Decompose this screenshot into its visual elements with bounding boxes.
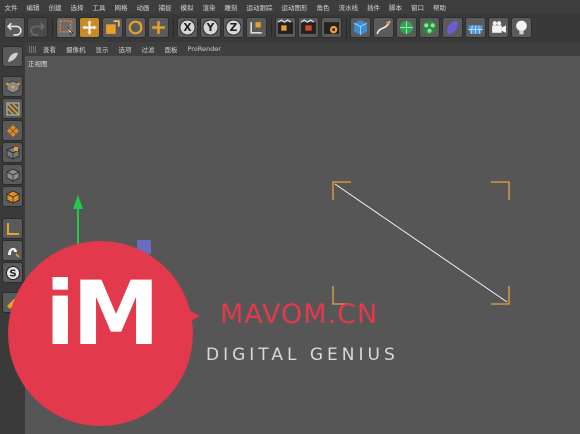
menu-select[interactable]: 选择 — [66, 2, 88, 12]
viewport-menu-bar: 查看 摄像机 显示 选项 过滤 面板 ProRender — [25, 42, 580, 56]
menu-create[interactable]: 创建 — [44, 2, 66, 12]
watermark-tagline: DIGITAL GENIUS — [206, 345, 399, 365]
diagonal-spline[interactable] — [334, 183, 508, 303]
live-selection-icon[interactable] — [56, 17, 77, 38]
subdivision-icon[interactable] — [396, 17, 417, 38]
rotate-icon[interactable] — [125, 17, 146, 38]
render-view-icon[interactable] — [275, 17, 296, 38]
camera-icon[interactable] — [488, 17, 509, 38]
viewport-menu-panel[interactable]: 面板 — [160, 44, 183, 54]
menu-snap[interactable]: 捕捉 — [154, 2, 176, 12]
render-picture-viewer-icon[interactable] — [298, 17, 319, 38]
menu-file[interactable]: 文件 — [0, 2, 22, 12]
menu-simulate[interactable]: 模拟 — [176, 2, 198, 12]
scale-icon[interactable] — [102, 17, 123, 38]
undo-icon[interactable] — [4, 17, 25, 38]
menu-plugins[interactable]: 插件 — [363, 2, 385, 12]
menu-script[interactable]: 脚本 — [385, 2, 407, 12]
menu-pipeline[interactable]: 流水线 — [334, 2, 363, 12]
pen-spline-icon[interactable] — [373, 17, 394, 38]
floor-icon[interactable] — [465, 17, 486, 38]
deformer-icon[interactable] — [442, 17, 463, 38]
snap-icon[interactable] — [2, 240, 23, 261]
array-icon[interactable] — [419, 17, 440, 38]
render-settings-icon[interactable] — [321, 17, 342, 38]
move-icon[interactable] — [79, 17, 100, 38]
menu-tools[interactable]: 工具 — [88, 2, 110, 12]
main-toolbar: X Y Z — [0, 14, 580, 42]
viewport-menu-display[interactable]: 显示 — [91, 44, 114, 54]
add-icon[interactable] — [148, 17, 169, 38]
menu-window[interactable]: 窗口 — [407, 2, 429, 12]
object-axis-icon[interactable] — [2, 186, 23, 207]
menu-motion-tracking[interactable]: 运动跟踪 — [242, 2, 277, 12]
points-mode-icon[interactable] — [2, 76, 23, 97]
menu-edit[interactable]: 编辑 — [22, 2, 44, 12]
viewport-menu-filter[interactable]: 过滤 — [137, 44, 160, 54]
viewport-menu-options[interactable]: 选项 — [114, 44, 137, 54]
make-editable-icon[interactable] — [2, 46, 23, 67]
menu-render[interactable]: 渲染 — [198, 2, 220, 12]
workplane-icon[interactable] — [2, 218, 23, 239]
coordinate-system-icon[interactable] — [246, 17, 267, 38]
grip-icon[interactable] — [29, 45, 36, 53]
menu-animate[interactable]: 动画 — [132, 2, 154, 12]
edges-mode-icon[interactable] — [2, 98, 23, 119]
y-axis-arrow — [73, 195, 83, 209]
cube-icon[interactable] — [350, 17, 371, 38]
svg-text:X: X — [183, 21, 191, 34]
watermark-logo-text: iM — [45, 262, 160, 365]
menu-mesh[interactable]: 网格 — [110, 2, 132, 12]
svg-text:Z: Z — [230, 21, 238, 34]
menu-mograph[interactable]: 运动图形 — [277, 2, 312, 12]
svg-text:Y: Y — [206, 21, 215, 34]
y-axis-icon[interactable]: Y — [200, 17, 221, 38]
menu-character[interactable]: 角色 — [312, 2, 334, 12]
x-axis-icon[interactable]: X — [177, 17, 198, 38]
menu-help[interactable]: 帮助 — [429, 2, 451, 12]
model-mode-icon[interactable] — [2, 142, 23, 163]
viewport-menu-prorender[interactable]: ProRender — [183, 45, 226, 53]
viewport-menu-cameras[interactable]: 摄像机 — [61, 44, 91, 54]
z-axis-icon[interactable]: Z — [223, 17, 244, 38]
texture-mode-icon[interactable] — [2, 164, 23, 185]
menu-sculpt[interactable]: 雕刻 — [220, 2, 242, 12]
light-icon[interactable] — [511, 17, 532, 38]
menu-bar: 文件 编辑 创建 选择 工具 网格 动画 捕捉 模拟 渲染 雕刻 运动跟踪 运动… — [0, 0, 580, 14]
viewport-menu-view[interactable]: 查看 — [38, 44, 61, 54]
polygons-mode-icon[interactable] — [2, 120, 23, 141]
redo-icon[interactable] — [27, 17, 48, 38]
watermark-brand-text: MAVOM.CN — [220, 299, 379, 330]
